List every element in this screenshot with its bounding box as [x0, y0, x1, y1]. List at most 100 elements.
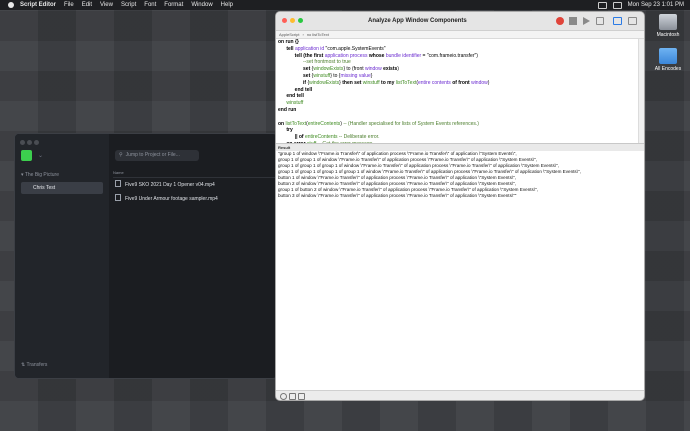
search-input[interactable]: ⚲ Jump to Project or File...: [115, 150, 199, 161]
breadcrumb-handler[interactable]: no listToText: [307, 32, 329, 37]
list-item[interactable]: Five9 Under Armour footage sampler.mp4: [115, 194, 218, 204]
code-token: to my: [381, 79, 396, 86]
window-titlebar: Analyze App Window Components: [276, 12, 644, 31]
menu-extras: Mon Sep 23 1:01 PM: [592, 0, 684, 10]
code-line: end tell: [276, 93, 638, 100]
script-editor-window: Analyze App Window Components AppleScrip…: [275, 11, 645, 401]
code-token: on: [278, 120, 286, 127]
transfers-button[interactable]: ⇅ Transfers: [21, 362, 47, 368]
code-token: || of: [294, 134, 305, 141]
code-token: tell: [294, 52, 304, 59]
hard-drive-icon: [659, 14, 677, 30]
breadcrumb-language[interactable]: AppleScript: [279, 32, 299, 37]
menu-font[interactable]: Font: [144, 2, 156, 8]
code-line: end run: [276, 107, 638, 114]
menu-app-name[interactable]: Script Editor: [20, 2, 56, 8]
result-output[interactable]: "group 1 of window \"Frame.io Transfer\"…: [276, 151, 644, 390]
code-line: try: [276, 127, 638, 134]
code-token: } to {: [330, 72, 341, 79]
frameio-logo-icon[interactable]: [21, 150, 32, 161]
list-item[interactable]: Five9 SKO 2021 Day 1 Opener v04.mp4: [115, 180, 215, 190]
code-line: [276, 114, 638, 121]
code-token: set: [303, 72, 312, 79]
frameio-sidebar: [15, 134, 109, 378]
minimize-button[interactable]: [27, 140, 32, 145]
code-token: = "com.frameio.transfer"): [422, 52, 478, 59]
close-button[interactable]: [282, 18, 287, 23]
code-token: -- Deliberate error.: [338, 134, 380, 141]
navigation-bar[interactable]: AppleScript › no listToText: [276, 31, 644, 39]
script-code-editor[interactable]: on run {} tell application id "com.apple…: [276, 39, 638, 143]
result-view-icon[interactable]: [298, 393, 305, 400]
code-line: on listToText(entireContents) -- (Handle…: [276, 121, 638, 128]
compile-button[interactable]: [596, 17, 604, 25]
file-icon: [115, 194, 121, 201]
code-token: whose: [368, 52, 386, 59]
code-token: exists: [383, 66, 398, 73]
code-token: application: [294, 45, 321, 52]
code-token: tell: [286, 45, 295, 52]
window-title: Analyze App Window Components: [368, 18, 467, 24]
record-button[interactable]: [556, 17, 564, 25]
code-token: --set frontmost to true: [303, 59, 351, 66]
code-line: winstuff: [276, 100, 638, 107]
menu-view[interactable]: View: [100, 2, 113, 8]
code-line: if {windowExists} then set winstuff to m…: [276, 80, 638, 87]
code-token: of front: [452, 79, 472, 86]
log-history-icon[interactable]: [280, 393, 287, 400]
code-token: winstuff: [362, 79, 382, 86]
menu-file[interactable]: File: [64, 2, 74, 8]
battery-icon[interactable]: [597, 1, 607, 9]
zoom-button[interactable]: [298, 18, 303, 23]
code-token: end tell: [286, 93, 304, 100]
code-token: listToText: [285, 120, 307, 127]
zoom-button[interactable]: [34, 140, 39, 145]
status-bar: [276, 390, 644, 400]
sidebar-item-project[interactable]: Chris Test: [21, 182, 103, 194]
code-token: entire contents: [418, 79, 453, 86]
code-token: bundle identifier: [385, 52, 423, 59]
code-line: set {winstuff} to {missing value}: [276, 73, 638, 80]
desktop-icon-all-encodes[interactable]: All Encodes: [648, 48, 688, 72]
editor-scrollbar[interactable]: [638, 39, 644, 143]
code-token: listToText: [395, 79, 417, 86]
code-token: winstuff: [313, 72, 331, 79]
sidebar-team-label[interactable]: ▾ The Big Picture: [21, 172, 59, 178]
code-token: end run: [278, 106, 297, 113]
frameio-transfer-window: ⌄ ▾ The Big Picture Chris Test ⇅ Transfe…: [14, 133, 278, 379]
close-button[interactable]: [20, 140, 25, 145]
code-token: "com.apple.SystemEvents": [325, 45, 386, 52]
desktop-icon-label: All Encodes: [654, 66, 682, 72]
minimize-button[interactable]: [290, 18, 295, 23]
folder-icon: [659, 48, 677, 64]
run-button[interactable]: [583, 17, 590, 25]
menu-edit[interactable]: Edit: [82, 2, 92, 8]
code-line: set {windowExists} to (front window exis…: [276, 66, 638, 73]
menu-format[interactable]: Format: [164, 2, 183, 8]
menu-window[interactable]: Window: [191, 2, 212, 8]
menu-script[interactable]: Script: [121, 2, 136, 8]
code-token: ): [397, 66, 399, 73]
search-icon: ⚲: [119, 152, 123, 158]
code-token: then set: [342, 79, 363, 86]
chevron-down-icon[interactable]: ⌄: [38, 152, 43, 159]
apple-menu-icon[interactable]: [8, 2, 14, 8]
column-header-name[interactable]: Name: [113, 170, 277, 178]
file-icon: [115, 180, 121, 187]
menu-clock[interactable]: Mon Sep 23 1:01 PM: [628, 2, 684, 8]
show-result-pane-button[interactable]: [613, 17, 622, 25]
code-token: }: [370, 72, 373, 79]
show-log-pane-button[interactable]: [628, 17, 637, 25]
desktop-icon-macintosh[interactable]: Macintosh: [648, 14, 688, 38]
stop-button[interactable]: [569, 17, 577, 25]
control-center-icon[interactable]: [612, 1, 622, 9]
description-icon[interactable]: [289, 393, 296, 400]
code-token: (the first: [303, 52, 325, 59]
menu-help[interactable]: Help: [221, 2, 233, 8]
